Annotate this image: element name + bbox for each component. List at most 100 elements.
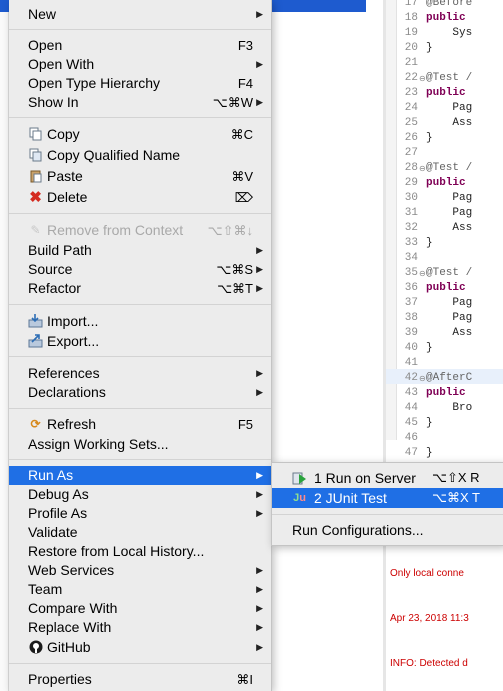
fold-toggle-icon[interactable]: ⊖: [419, 74, 426, 83]
menu-item-profile-as[interactable]: Profile As ▶: [9, 504, 271, 523]
line-number: 18: [404, 12, 418, 24]
menu-label: Refresh: [47, 416, 97, 432]
menu-item-references[interactable]: References ▶: [9, 364, 271, 383]
menu-item-copy[interactable]: Copy ⌘C: [9, 125, 271, 144]
submenu-arrow-icon: ▶: [256, 59, 263, 69]
copy-qualified-icon: [28, 148, 43, 163]
submenu-label: Run Configurations...: [292, 522, 424, 538]
submenu-arrow-icon: ▶: [256, 368, 263, 378]
menu-item-team[interactable]: Team ▶: [9, 580, 271, 599]
line-number: 27: [404, 147, 418, 159]
menu-item-run-as[interactable]: Run As ▶: [9, 466, 271, 485]
menu-label: Declarations: [28, 384, 106, 400]
menu-item-replace-with[interactable]: Replace With ▶: [9, 618, 271, 637]
menu-label: References: [28, 365, 100, 381]
line-number: 19: [404, 27, 418, 39]
menu-item-delete[interactable]: ✖ Delete ⌦: [9, 188, 271, 207]
submenu-item-junit-test[interactable]: Ju 2 JUnit Test ⌥⌘X T: [272, 488, 503, 508]
line-number: 23: [404, 87, 418, 99]
menu-item-refactor[interactable]: Refactor ⌥⌘T ▶: [9, 279, 271, 298]
console-output: Only local conne Apr 23, 2018 11:3 INFO:…: [390, 536, 469, 686]
submenu-label: 2 JUnit Test: [314, 490, 387, 506]
menu-separator: [9, 304, 271, 305]
menu-item-open-with[interactable]: Open With ▶: [9, 55, 271, 74]
run-as-submenu: 1 Run on Server ⌥⇧X R Ju 2 JUnit Test ⌥⌘…: [271, 462, 503, 546]
menu-label: Remove from Context: [47, 222, 184, 238]
fold-toggle-icon[interactable]: ⊖: [419, 374, 426, 383]
menu-label: Replace With: [28, 619, 112, 635]
menu-item-compare-with[interactable]: Compare With ▶: [9, 599, 271, 618]
submenu-arrow-icon: ▶: [256, 245, 263, 255]
menu-item-debug-as[interactable]: Debug As ▶: [9, 485, 271, 504]
line-number: 26: [404, 132, 418, 144]
code-line: Ass: [426, 327, 473, 339]
menu-item-build-path[interactable]: Build Path ▶: [9, 241, 271, 260]
menu-label: Refactor: [28, 280, 81, 296]
line-number: 28: [404, 162, 418, 174]
code-line: }: [426, 132, 433, 144]
line-number: 41: [404, 357, 418, 369]
menu-item-github[interactable]: GitHub ▶: [9, 638, 271, 657]
code-line: Bro: [426, 402, 473, 414]
shortcut: F3: [237, 38, 253, 53]
shortcut: ⌦: [234, 190, 253, 205]
menu-separator: [9, 663, 271, 664]
menu-item-declarations[interactable]: Declarations ▶: [9, 383, 271, 402]
submenu-arrow-icon: ▶: [256, 642, 263, 652]
menu-item-properties[interactable]: Properties ⌘I: [9, 670, 271, 689]
menu-item-web-services[interactable]: Web Services ▶: [9, 561, 271, 580]
code-line: @Test /: [426, 162, 473, 174]
menu-label: Delete: [47, 189, 88, 205]
shortcut: ⌥⌘X T: [432, 490, 480, 505]
line-number: 29: [404, 177, 418, 189]
code-line: Pag: [426, 192, 473, 204]
menu-label: Build Path: [28, 242, 92, 258]
menu-label: Team: [28, 581, 63, 597]
menu-item-import[interactable]: Import...: [9, 312, 271, 331]
menu-item-new[interactable]: New ▶: [9, 5, 271, 24]
menu-item-open[interactable]: Open F3: [9, 36, 271, 55]
submenu-arrow-icon: ▶: [256, 565, 263, 575]
menu-label: Paste: [47, 168, 83, 184]
menu-label: Assign Working Sets...: [28, 436, 169, 452]
menu-label: Open Type Hierarchy: [28, 75, 161, 91]
code-line: @Test /: [426, 72, 473, 84]
code-line: public: [426, 12, 466, 24]
submenu-arrow-icon: ▶: [256, 489, 263, 499]
menu-item-refresh[interactable]: ⟳ Refresh F5: [9, 415, 271, 434]
menu-item-validate[interactable]: Validate: [9, 523, 271, 542]
menu-label: Open With: [28, 56, 95, 72]
menu-label: Source: [28, 261, 73, 277]
menu-label: Properties: [28, 671, 92, 687]
menu-item-export[interactable]: Export...: [9, 332, 271, 351]
menu-item-source[interactable]: Source ⌥⌘S ▶: [9, 260, 271, 279]
menu-item-show-in[interactable]: Show In ⌥⌘W ▶: [9, 93, 271, 112]
fold-toggle-icon[interactable]: ⊖: [419, 269, 426, 278]
fold-toggle-icon[interactable]: ⊖: [419, 164, 426, 173]
line-number: 30: [404, 192, 418, 204]
shortcut: ⌥⇧X R: [432, 470, 480, 485]
submenu-arrow-icon: ▶: [256, 9, 263, 19]
menu-item-copy-qualified-name[interactable]: Copy Qualified Name: [9, 146, 271, 165]
shortcut: ⌥⌘T: [217, 281, 253, 296]
menu-item-restore-local-history[interactable]: Restore from Local History...: [9, 542, 271, 561]
code-line: Ass: [426, 222, 473, 234]
submenu-arrow-icon: ▶: [256, 470, 263, 480]
export-icon: [28, 334, 43, 349]
menu-item-assign-working-sets[interactable]: Assign Working Sets...: [9, 435, 271, 454]
submenu-arrow-icon: ▶: [256, 264, 263, 274]
menu-label: Restore from Local History...: [28, 543, 205, 559]
shortcut: ⌘V: [231, 169, 253, 184]
menu-item-paste[interactable]: Paste ⌘V: [9, 167, 271, 186]
menu-label: Copy: [47, 126, 80, 142]
submenu-item-run-on-server[interactable]: 1 Run on Server ⌥⇧X R: [272, 468, 503, 488]
console-line: Only local conne: [390, 568, 464, 579]
line-number: 17: [404, 0, 418, 9]
line-number: 42: [404, 372, 418, 384]
shortcut: ⌥⇧⌘↓: [207, 223, 253, 238]
submenu-item-run-configurations[interactable]: Run Configurations...: [272, 520, 503, 540]
line-number: 22: [404, 72, 418, 84]
code-line: public: [426, 177, 466, 189]
menu-item-open-type-hierarchy[interactable]: Open Type Hierarchy F4: [9, 74, 271, 93]
menu-label: Debug As: [28, 486, 89, 502]
